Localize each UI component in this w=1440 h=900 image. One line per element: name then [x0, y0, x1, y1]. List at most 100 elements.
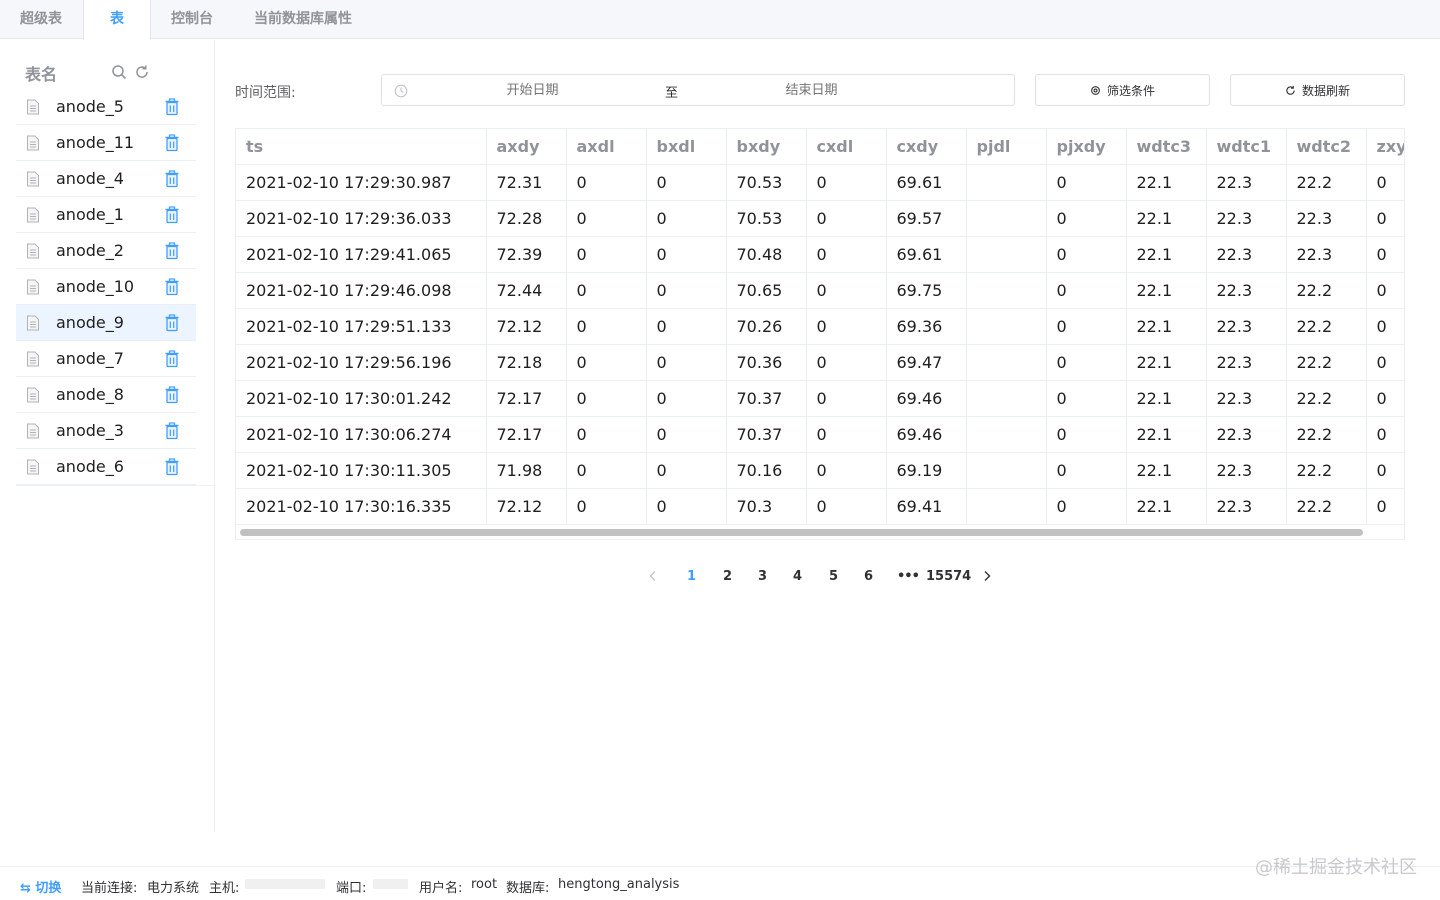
column-header-axdl[interactable]: axdl: [566, 129, 647, 165]
table-row[interactable]: 2021-02-10 17:30:11.305 71.98 0 0 70.16 0 69.1…: [236, 452, 1404, 489]
tab-4[interactable]: 当前数据库属性: [234, 0, 373, 39]
refresh-data-button[interactable]: 数据刷新: [1230, 74, 1405, 106]
column-header-zxyg[interactable]: zxyg: [1366, 129, 1404, 165]
pagination-ellipsis[interactable]: •••: [897, 569, 920, 584]
table-cell: [966, 164, 1047, 201]
sidebar-header: 表名: [16, 54, 196, 90]
column-header-wdtc3[interactable]: wdtc3: [1126, 129, 1207, 165]
trash-icon[interactable]: [164, 206, 180, 224]
table-cell: 70.53: [726, 164, 807, 201]
trash-icon[interactable]: [164, 134, 180, 152]
page-6[interactable]: 6: [864, 569, 873, 584]
column-header-bxdl[interactable]: bxdl: [646, 129, 727, 165]
sidebar-item-anode_7[interactable]: anode_7: [16, 341, 196, 377]
table-cell: 0: [646, 416, 727, 453]
sidebar-item-anode_6[interactable]: anode_6: [16, 449, 196, 485]
trash-icon[interactable]: [164, 314, 180, 332]
sidebar-item-label: anode_1: [56, 205, 124, 224]
table-cell: 72.44: [486, 272, 567, 309]
column-header-pjdl[interactable]: pjdl: [966, 129, 1047, 165]
trash-icon[interactable]: [164, 350, 180, 368]
table-row[interactable]: 2021-02-10 17:29:36.033 72.28 0 0 70.53 0 69.5…: [236, 200, 1404, 237]
table-row[interactable]: 2021-02-10 17:29:51.133 72.12 0 0 70.26 0 69.3…: [236, 308, 1404, 345]
page-2[interactable]: 2: [723, 569, 732, 584]
trash-icon[interactable]: [164, 242, 180, 260]
sidebar-item-label: anode_6: [56, 457, 124, 476]
sidebar-item-anode_4[interactable]: anode_4: [16, 161, 196, 197]
search-icon[interactable]: [111, 64, 127, 80]
port-label: 端口:: [336, 881, 367, 896]
column-header-ts[interactable]: ts: [236, 129, 487, 165]
table-cell: 22.2: [1286, 272, 1367, 309]
page-3[interactable]: 3: [758, 569, 767, 584]
table-row[interactable]: 2021-02-10 17:30:06.274 72.17 0 0 70.37 0 69.4…: [236, 416, 1404, 453]
sidebar-item-anode_2[interactable]: anode_2: [16, 233, 196, 269]
sidebar-item-anode_11[interactable]: anode_11: [16, 125, 196, 161]
column-header-cxdl[interactable]: cxdl: [806, 129, 887, 165]
table-row[interactable]: 2021-02-10 17:29:30.987 72.31 0 0 70.53 0 69.6…: [236, 164, 1404, 201]
sidebar-item-label: anode_8: [56, 385, 124, 404]
table-cell: [966, 380, 1047, 417]
refresh-icon[interactable]: [134, 64, 150, 80]
page-4[interactable]: 4: [793, 569, 802, 584]
database-label: 数据库:: [506, 881, 550, 896]
trash-icon[interactable]: [164, 386, 180, 404]
column-header-axdy[interactable]: axdy: [486, 129, 567, 165]
filter-button[interactable]: 筛选条件: [1035, 74, 1210, 106]
table-cell: 69.46: [886, 380, 967, 417]
trash-icon[interactable]: [164, 278, 180, 296]
prev-page-icon[interactable]: [648, 570, 658, 582]
column-header-wdtc1[interactable]: wdtc1: [1206, 129, 1287, 165]
table-cell: 2021-02-10 17:29:46.098: [236, 272, 487, 309]
table-row[interactable]: 2021-02-10 17:30:16.335 72.12 0 0 70.3 0 69.41…: [236, 488, 1404, 525]
column-header-pjxdy[interactable]: pjxdy: [1046, 129, 1127, 165]
table-cell: 0: [1046, 236, 1127, 273]
date-range-picker[interactable]: 至: [381, 74, 1015, 106]
table-row[interactable]: 2021-02-10 17:29:46.098 72.44 0 0 70.65 0 69.7…: [236, 272, 1404, 309]
sidebar-item-anode_8[interactable]: anode_8: [16, 377, 196, 413]
table-cell: 0: [646, 272, 727, 309]
table-cell: 0: [1366, 236, 1404, 273]
end-date-input[interactable]: [781, 75, 842, 105]
table-cell: 22.1: [1126, 272, 1207, 309]
sidebar-item-anode_3[interactable]: anode_3: [16, 413, 196, 449]
table-row[interactable]: 2021-02-10 17:29:41.065 72.39 0 0 70.48 0 69.6…: [236, 236, 1404, 273]
table-row[interactable]: 2021-02-10 17:30:01.242 72.17 0 0 70.37 0 69.4…: [236, 380, 1404, 417]
table-cell: 0: [646, 344, 727, 381]
table-cell: 2021-02-10 17:30:01.242: [236, 380, 487, 417]
trash-icon[interactable]: [164, 422, 180, 440]
tab-3[interactable]: 控制台: [151, 0, 234, 39]
column-header-cxdy[interactable]: cxdy: [886, 129, 967, 165]
page-1[interactable]: 1: [687, 569, 696, 584]
column-header-wdtc2[interactable]: wdtc2: [1286, 129, 1367, 165]
table-cell: 22.2: [1286, 488, 1367, 525]
table-cell: 0: [806, 452, 887, 489]
host-value-redacted: [245, 879, 325, 889]
trash-icon[interactable]: [164, 98, 180, 116]
column-header-bxdy[interactable]: bxdy: [726, 129, 807, 165]
table-cell: 22.1: [1126, 344, 1207, 381]
table-cell: 71.98: [486, 452, 567, 489]
file-icon: [27, 459, 39, 475]
trash-icon[interactable]: [164, 170, 180, 188]
file-icon: [27, 387, 39, 403]
page-last[interactable]: 15574: [926, 569, 971, 584]
sidebar-item-anode_9[interactable]: anode_9: [16, 305, 196, 341]
start-date-input[interactable]: [502, 75, 563, 105]
table-cell: 69.19: [886, 452, 967, 489]
tab-2[interactable]: 表: [83, 0, 151, 40]
sidebar-item-anode_10[interactable]: anode_10: [16, 269, 196, 305]
table-cell: 22.1: [1126, 452, 1207, 489]
table-cell: 2021-02-10 17:29:51.133: [236, 308, 487, 345]
table-row[interactable]: 2021-02-10 17:29:56.196 72.18 0 0 70.36 0 69.4…: [236, 344, 1404, 381]
page-5[interactable]: 5: [829, 569, 838, 584]
trash-icon[interactable]: [164, 458, 180, 476]
next-page-icon[interactable]: [982, 570, 992, 582]
horizontal-scrollbar[interactable]: [240, 529, 1363, 536]
tab-1[interactable]: 超级表: [0, 0, 83, 39]
sidebar-item-label: anode_3: [56, 421, 124, 440]
sidebar-item-anode_1[interactable]: anode_1: [16, 197, 196, 233]
sidebar-item-anode_5[interactable]: anode_5: [16, 89, 196, 125]
table-cell: 0: [646, 452, 727, 489]
switch-connection-button[interactable]: ⇆ 切换: [20, 877, 61, 896]
